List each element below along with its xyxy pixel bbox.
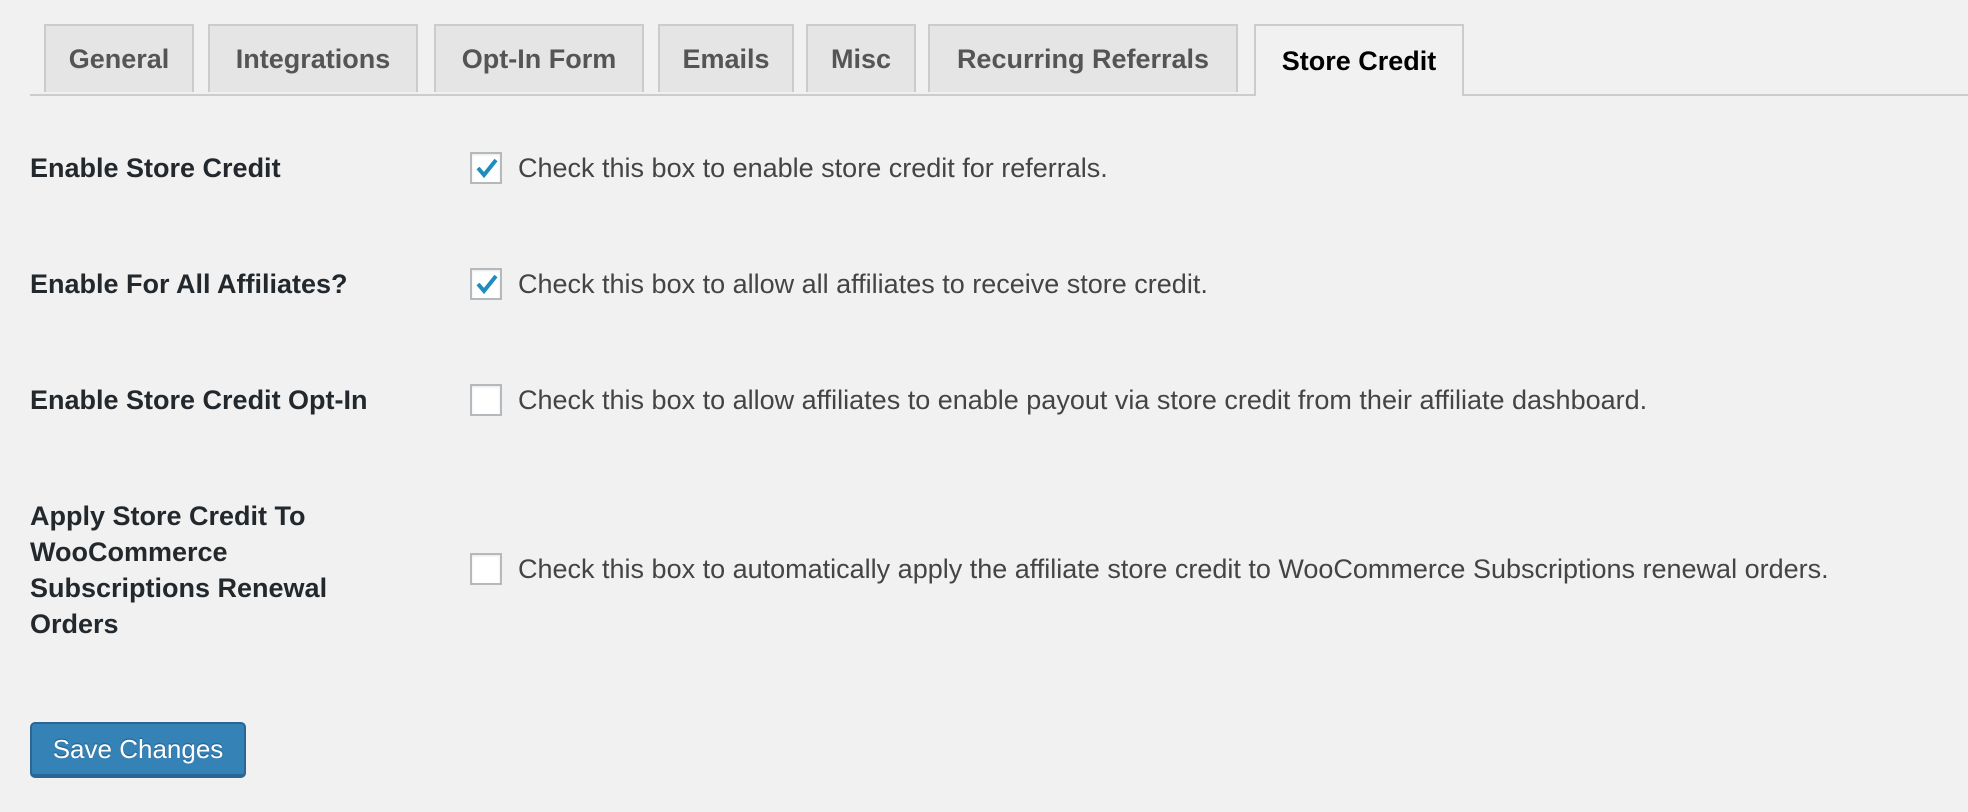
tab-general[interactable]: General [44,24,194,92]
enable-all-affiliates-checkbox[interactable] [470,268,502,300]
tab-emails[interactable]: Emails [658,24,794,92]
label-line: Apply Store Credit To [30,501,306,531]
enable-opt-in-checkbox[interactable] [470,384,502,416]
label-line: WooCommerce [30,537,228,567]
save-changes-button[interactable]: Save Changes [30,722,246,778]
enable-opt-in-description: Check this box to allow affiliates to en… [518,385,1648,415]
label-line: Orders [30,609,119,639]
enable-all-affiliates-description: Check this box to allow all affiliates t… [518,269,1208,299]
enable-store-credit-description: Check this box to enable store credit fo… [518,153,1108,183]
apply-renewal-description: Check this box to automatically apply th… [518,554,1829,584]
enable-all-affiliates-label: Enable For All Affiliates? [30,269,348,299]
apply-renewal-checkbox[interactable] [470,553,502,585]
tab-store-credit[interactable]: Store Credit [1254,24,1464,96]
tab-integrations[interactable]: Integrations [208,24,418,92]
checkmark-icon [476,158,498,179]
tab-opt-in-form[interactable]: Opt-In Form [434,24,644,92]
tab-misc[interactable]: Misc [806,24,916,92]
label-line: Subscriptions Renewal [30,573,328,603]
enable-store-credit-checkbox[interactable] [470,152,502,184]
enable-store-credit-label: Enable Store Credit [30,153,281,183]
enable-opt-in-label: Enable Store Credit Opt-In [30,385,368,415]
settings-tabs: General Integrations Opt-In Form Emails … [30,24,1968,96]
checkmark-icon [476,274,498,295]
apply-renewal-label: Apply Store Credit To WooCommerce Subscr… [30,498,327,642]
tab-recurring-referrals[interactable]: Recurring Referrals [928,24,1238,92]
